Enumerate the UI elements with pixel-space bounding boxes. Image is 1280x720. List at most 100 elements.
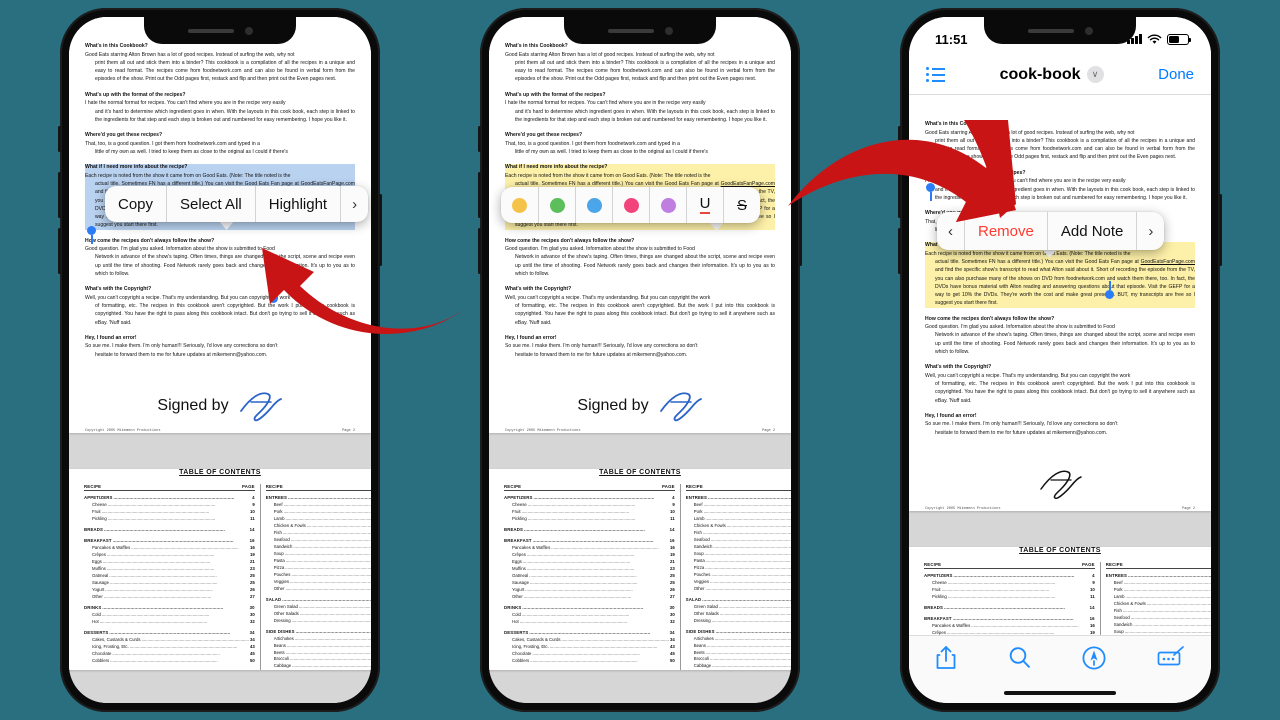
toc-row[interactable]: Pizza ..................................… bbox=[266, 565, 371, 572]
toc-row[interactable]: Pickling ...............................… bbox=[924, 594, 1095, 601]
toc-row[interactable]: Fruit ..................................… bbox=[924, 587, 1095, 594]
toc-row[interactable]: Icing, Frosting, Etc. ..................… bbox=[84, 644, 255, 651]
toc-row[interactable]: Pancakes & Waffles .....................… bbox=[504, 545, 675, 552]
selection-handle-start[interactable] bbox=[87, 226, 96, 244]
toc-row[interactable]: Fruit ..................................… bbox=[84, 509, 255, 516]
toc-row[interactable]: Beef ...................................… bbox=[1106, 580, 1211, 587]
toc-row[interactable]: Cold ...................................… bbox=[84, 612, 255, 619]
done-button[interactable]: Done bbox=[1158, 66, 1194, 83]
toc-row[interactable]: Veggies ................................… bbox=[686, 579, 791, 586]
toc-row[interactable]: Fruit ..................................… bbox=[504, 509, 675, 516]
toc-row[interactable]: Crêpes .................................… bbox=[504, 552, 675, 559]
phone-3-volume-up[interactable] bbox=[898, 172, 901, 218]
toc-row[interactable]: Broccoli ...............................… bbox=[266, 656, 371, 663]
toc-row[interactable]: ENTREES ................................… bbox=[1106, 573, 1211, 580]
menu-item-[interactable]: › bbox=[340, 186, 368, 222]
toc-row[interactable]: Beef ...................................… bbox=[266, 502, 371, 509]
phone-2-mute-switch[interactable] bbox=[478, 126, 481, 152]
toc-row[interactable]: Eggs ...................................… bbox=[84, 559, 255, 566]
menu-item-select-all[interactable]: Select All bbox=[166, 186, 255, 222]
toc-row[interactable]: Chicken & Fowls ........................… bbox=[686, 523, 791, 530]
list-icon[interactable] bbox=[926, 67, 945, 82]
toc-row[interactable]: Artichokes .............................… bbox=[686, 636, 791, 643]
toc-row[interactable]: Chocolate ..............................… bbox=[84, 651, 255, 658]
phone-2-volume-down[interactable] bbox=[478, 228, 481, 274]
toc-row[interactable]: BREADS .................................… bbox=[84, 527, 255, 534]
toc-row[interactable]: DESSERTS ...............................… bbox=[84, 630, 255, 637]
toc-row[interactable]: Sandwich ...............................… bbox=[1106, 622, 1211, 629]
toc-row[interactable]: Chicken & Fowls ........................… bbox=[1106, 601, 1211, 608]
toc-row[interactable]: Lamb ...................................… bbox=[1106, 594, 1211, 601]
phone-2-power-button[interactable] bbox=[799, 194, 802, 266]
toc-row[interactable]: Hot ....................................… bbox=[504, 619, 675, 626]
strikethrough-button[interactable]: S bbox=[723, 187, 760, 223]
toc-row[interactable]: Pasta ..................................… bbox=[686, 558, 791, 565]
toc-row[interactable]: DESSERTS ...............................… bbox=[504, 630, 675, 637]
phone-1-volume-up[interactable] bbox=[58, 172, 61, 218]
document-title-group[interactable]: cook-book ∨ bbox=[1000, 66, 1104, 84]
toc-row[interactable]: Muffins ................................… bbox=[504, 566, 675, 573]
phone-1-document-scroll[interactable]: What's in this Cookbook? Good Eats starri… bbox=[69, 17, 371, 703]
toc-row[interactable]: Cobblers ...............................… bbox=[504, 658, 675, 665]
toc-row[interactable]: Soup ...................................… bbox=[686, 551, 791, 558]
phone-3-mute-switch[interactable] bbox=[898, 126, 901, 152]
toc-row[interactable]: Hot ....................................… bbox=[84, 619, 255, 626]
toc-row[interactable]: Cheese .................................… bbox=[924, 580, 1095, 587]
menu-item-remove[interactable]: Remove bbox=[964, 212, 1047, 250]
toc-row[interactable]: ENTREES ................................… bbox=[266, 495, 371, 502]
toc-row[interactable]: Other ..................................… bbox=[504, 594, 675, 601]
text-selection-context-menu[interactable]: Copy Select All Highlight › bbox=[105, 186, 369, 222]
selection-handle-start[interactable] bbox=[926, 183, 935, 201]
toc-row[interactable]: Sausage ................................… bbox=[84, 580, 255, 587]
phone-1-power-button[interactable] bbox=[379, 194, 382, 266]
toc-row[interactable]: BREAKFAST ..............................… bbox=[84, 538, 255, 545]
toc-row[interactable]: SIDE DISHES ............................… bbox=[686, 629, 791, 636]
toc-row[interactable]: Beans ..................................… bbox=[266, 643, 371, 650]
pink-highlight[interactable] bbox=[612, 187, 649, 223]
toc-row[interactable]: Pork ...................................… bbox=[1106, 587, 1211, 594]
toc-row[interactable]: Cheese .................................… bbox=[84, 502, 255, 509]
toc-row[interactable]: BREAKFAST ..............................… bbox=[924, 616, 1095, 623]
toc-row[interactable]: Dressing ...............................… bbox=[266, 618, 371, 625]
toc-row[interactable]: Green Salad ............................… bbox=[686, 604, 791, 611]
toc-row[interactable]: Sandwich ...............................… bbox=[686, 544, 791, 551]
toc-row[interactable]: Fish ...................................… bbox=[686, 530, 791, 537]
toc-row[interactable]: DRINKS .................................… bbox=[84, 605, 255, 612]
toc-row[interactable]: SIDE DISHES ............................… bbox=[266, 629, 371, 636]
highlight-color-picker-menu[interactable]: US bbox=[501, 187, 760, 223]
toc-row[interactable]: Sandwich ...............................… bbox=[266, 544, 371, 551]
toc-row[interactable]: Pork ...................................… bbox=[686, 509, 791, 516]
toc-row[interactable]: Seafood ................................… bbox=[266, 537, 371, 544]
toc-row[interactable]: Cabbage ................................… bbox=[686, 663, 791, 670]
toc-row[interactable]: Pancakes & Waffles .....................… bbox=[84, 545, 255, 552]
toc-row[interactable]: Dressing ...............................… bbox=[686, 618, 791, 625]
toc-row[interactable]: Icing, Frosting, Etc. ..................… bbox=[504, 644, 675, 651]
toc-row[interactable]: Pickling ...............................… bbox=[84, 516, 255, 523]
share-icon[interactable] bbox=[934, 645, 958, 671]
phone-1-volume-down[interactable] bbox=[58, 228, 61, 274]
toc-row[interactable]: APPETIZERS .............................… bbox=[924, 573, 1095, 580]
toc-row[interactable]: Cold ...................................… bbox=[504, 612, 675, 619]
selection-handle-end[interactable] bbox=[269, 285, 278, 303]
toc-row[interactable]: APPETIZERS .............................… bbox=[504, 495, 675, 502]
phone-3-volume-down[interactable] bbox=[898, 228, 901, 274]
toc-row[interactable]: Chocolate ..............................… bbox=[504, 651, 675, 658]
toc-row[interactable]: Pancakes & Waffles .....................… bbox=[924, 623, 1095, 630]
toc-row[interactable]: Cheese .................................… bbox=[504, 502, 675, 509]
toc-row[interactable]: Pork ...................................… bbox=[266, 509, 371, 516]
toc-row[interactable]: Yogurt .................................… bbox=[84, 587, 255, 594]
toc-row[interactable]: Oatmeal ................................… bbox=[84, 573, 255, 580]
toc-row[interactable]: Cakes, Custards & Curds ................… bbox=[504, 637, 675, 644]
toc-row[interactable]: Sausage ................................… bbox=[504, 580, 675, 587]
annotation-icon[interactable] bbox=[1156, 645, 1186, 671]
yellow-highlight[interactable] bbox=[501, 187, 538, 223]
toc-row[interactable]: Cakes, Custards & Curds ................… bbox=[84, 637, 255, 644]
toc-row[interactable]: Soup ...................................… bbox=[266, 551, 371, 558]
toc-row[interactable]: BREADS .................................… bbox=[504, 527, 675, 534]
menu-item-[interactable]: ‹ bbox=[937, 212, 964, 250]
inline-link[interactable]: GoodEatsFanPage.com bbox=[1141, 259, 1195, 265]
green-highlight[interactable] bbox=[538, 187, 575, 223]
toc-row[interactable]: ENTREES ................................… bbox=[686, 495, 791, 502]
home-indicator[interactable] bbox=[1004, 690, 1116, 695]
toc-row[interactable]: Yogurt .................................… bbox=[504, 587, 675, 594]
